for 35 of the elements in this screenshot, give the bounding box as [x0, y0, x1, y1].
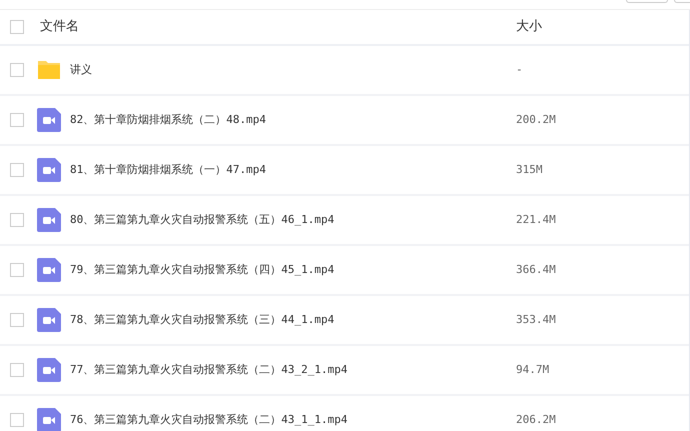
checkbox[interactable] [10, 413, 24, 427]
checkbox[interactable] [10, 63, 24, 77]
file-name[interactable]: 77、第三篇第九章火灾自动报警系统（二）43_2_1.mp4 [70, 362, 348, 378]
column-header[interactable]: 大小 [516, 17, 542, 37]
file-name[interactable]: 78、第三篇第九章火灾自动报警系统（三）44_1.mp4 [70, 312, 334, 328]
video-file-icon [37, 308, 61, 332]
file-name[interactable]: 81、第十章防烟排烟系统（一）47.mp4 [70, 162, 266, 178]
video-file-icon [37, 108, 61, 132]
file-name[interactable]: 讲义 [70, 62, 92, 78]
video-file-icon [37, 208, 61, 232]
file-name[interactable]: 82、第十章防烟排烟系统（二）48.mp4 [70, 112, 266, 128]
file-name[interactable]: 76、第三篇第九章火灾自动报警系统（二）43_1_1.mp4 [70, 412, 348, 428]
file-size: 94.7M [516, 362, 550, 378]
file-size: - [516, 62, 523, 78]
column-header[interactable]: 文件名 [40, 17, 79, 37]
file-size: 353.4M [516, 312, 556, 328]
file-size: 366.4M [516, 262, 556, 278]
folder-icon [37, 58, 61, 82]
checkbox[interactable] [10, 213, 24, 227]
file-size: 200.2M [516, 112, 556, 128]
file-size: 221.4M [516, 212, 556, 228]
checkbox[interactable] [10, 20, 24, 34]
file-name[interactable]: 79、第三篇第九章火灾自动报警系统（四）45_1.mp4 [70, 262, 334, 278]
checkbox[interactable] [10, 313, 24, 327]
file-size: 315M [516, 162, 542, 178]
checkbox[interactable] [10, 163, 24, 177]
video-file-icon [37, 408, 61, 431]
checkbox[interactable] [10, 113, 24, 127]
checkbox[interactable] [10, 263, 24, 277]
file-size: 206.2M [516, 412, 556, 428]
checkbox[interactable] [10, 363, 24, 377]
video-file-icon [37, 158, 61, 182]
file-name[interactable]: 80、第三篇第九章火灾自动报警系统（五）46_1.mp4 [70, 212, 334, 228]
video-file-icon [37, 358, 61, 382]
video-file-icon [37, 258, 61, 282]
